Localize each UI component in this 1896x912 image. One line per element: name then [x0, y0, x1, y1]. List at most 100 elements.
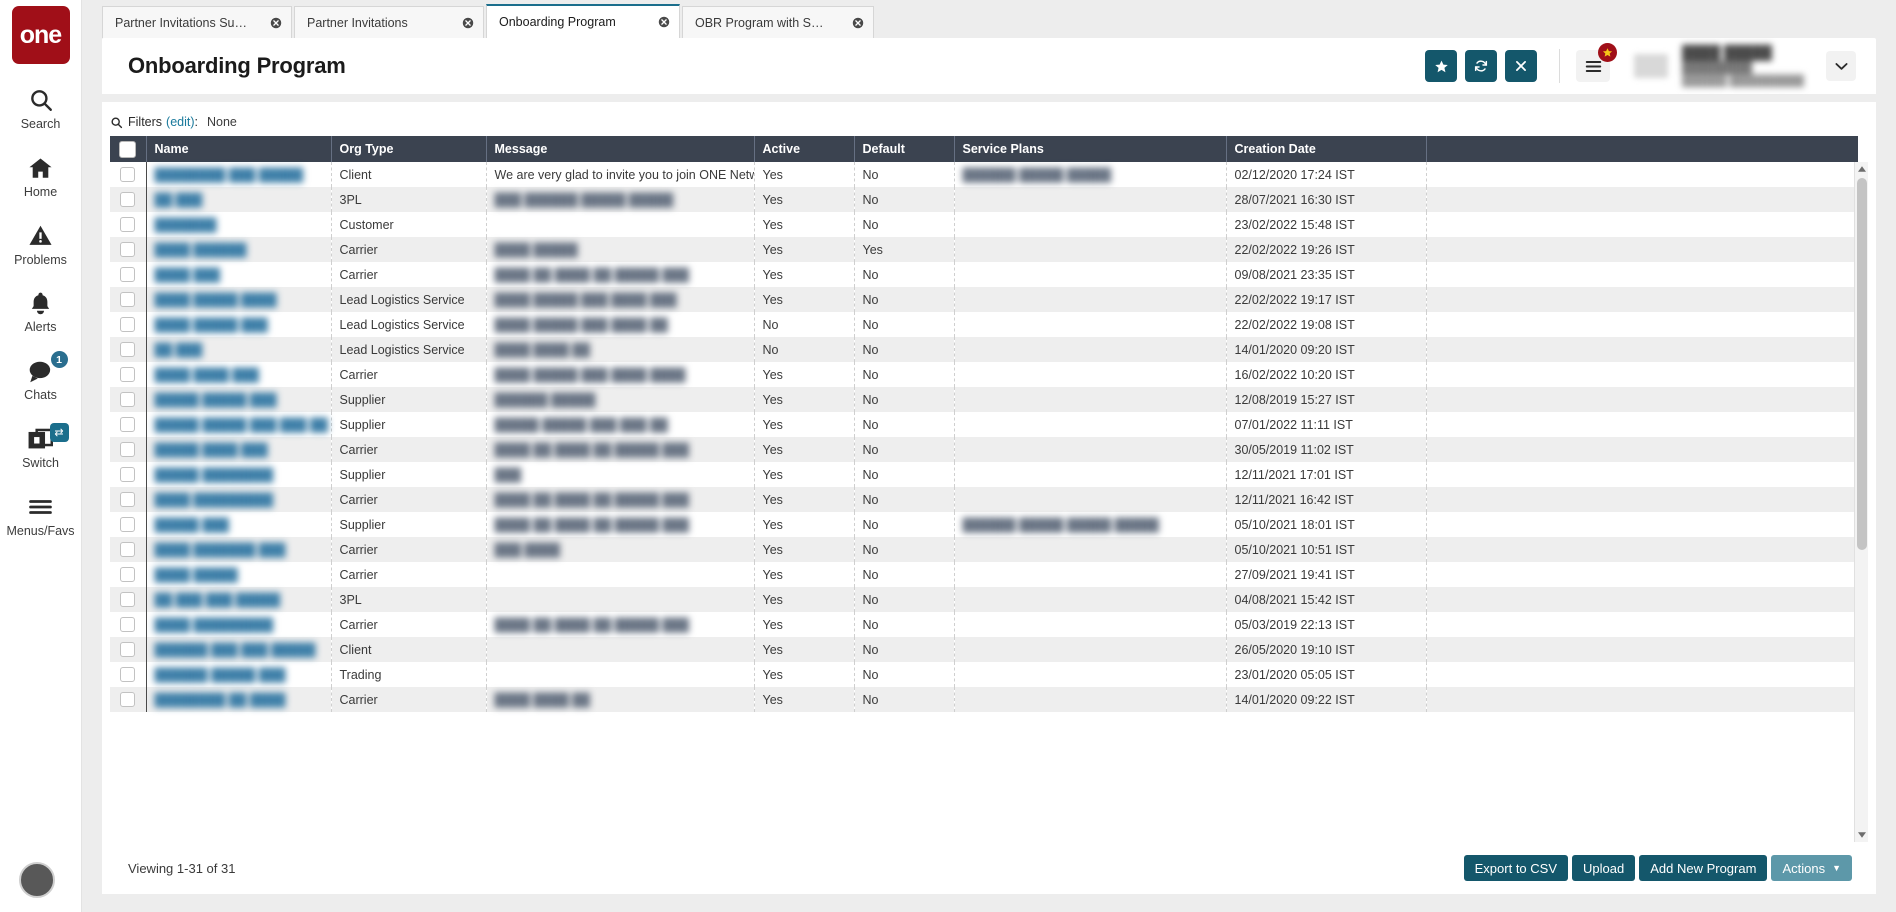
row-checkbox[interactable] [120, 392, 136, 408]
row-checkbox[interactable] [120, 317, 136, 333]
tab-onboarding-program[interactable]: Onboarding Program [486, 4, 680, 38]
row-checkbox[interactable] [120, 167, 136, 183]
sidebar-item-menus-favs[interactable]: Menus/Favs [0, 493, 82, 539]
row-select-cell[interactable] [110, 162, 147, 187]
row-checkbox[interactable] [120, 442, 136, 458]
table-row[interactable]: █████ █████ ███ ███ ██ Supplier █████ ████… [110, 412, 1858, 437]
close-icon[interactable] [658, 16, 670, 28]
row-select-cell[interactable] [110, 312, 147, 337]
table-row[interactable]: ████ ███ Carrier ████ ██ ████ ██ █████ ███… [110, 262, 1858, 287]
table-row[interactable]: ██████ ███ ███ █████ Client Yes No 26/05/202… [110, 637, 1858, 662]
table-row[interactable]: ████ █████ ████ Lead Logistics Service ███… [110, 287, 1858, 312]
table-row[interactable]: █████ ███ Supplier ████ ██ ████ ██ █████ █… [110, 512, 1858, 537]
table-row[interactable]: ██ ███ 3PL ███ ██████ █████ █████ Yes No 28/0… [110, 187, 1858, 212]
close-icon[interactable] [852, 17, 864, 29]
row-select-cell[interactable] [110, 487, 147, 512]
favorite-button[interactable] [1425, 50, 1458, 82]
column-header-active[interactable]: Active [754, 136, 855, 162]
table-row[interactable]: ███████ Customer Yes No 23/02/2022 15:48 IST [110, 212, 1858, 237]
column-header-message[interactable]: Message [486, 136, 755, 162]
close-icon[interactable] [270, 17, 282, 29]
table-row[interactable]: ██ ███ Lead Logistics Service ████ ████ ██… [110, 337, 1858, 362]
row-checkbox[interactable] [120, 417, 136, 433]
row-select-cell[interactable] [110, 462, 147, 487]
column-header-creation-date[interactable]: Creation Date [1226, 136, 1427, 162]
sidebar-item-switch[interactable]: ⇄ Switch [0, 422, 82, 471]
chevron-down-icon[interactable] [1826, 51, 1856, 81]
select-all-checkbox[interactable] [119, 140, 137, 158]
table-row[interactable]: ████████ ███ █████ Client We are very glad… [110, 162, 1858, 187]
scroll-up-icon[interactable] [1855, 162, 1869, 176]
row-select-cell[interactable] [110, 512, 147, 537]
tab-obr-program-with-service-plans[interactable]: OBR Program with Service Plans [682, 6, 874, 38]
actions-dropdown-button[interactable]: Actions ▼ [1771, 855, 1852, 881]
table-row[interactable]: ████ ██████ Carrier ████ █████ Yes Yes 22/02/… [110, 237, 1858, 262]
table-row[interactable]: ████ █████████ Carrier ████ ██ ████ ██ ███… [110, 612, 1858, 637]
header-menu-button[interactable] [1576, 43, 1618, 82]
sidebar-item-problems[interactable]: Problems [0, 222, 82, 268]
row-checkbox[interactable] [120, 667, 136, 683]
table-row[interactable]: █████ █████ ███ Supplier ██████ █████ Yes No… [110, 387, 1858, 412]
user-profile[interactable]: ████ █████ █████████ ██████ ██████████ [1634, 45, 1804, 87]
one-network-logo[interactable]: one [11, 6, 70, 64]
sidebar-item-chats[interactable]: 1 Chats [0, 351, 82, 403]
add-new-program-button[interactable]: Add New Program [1639, 855, 1768, 881]
user-avatar-bottom[interactable] [19, 862, 55, 898]
tab-partner-invitations-summary[interactable]: Partner Invitations Summary Wi... [102, 6, 292, 38]
upload-button[interactable]: Upload [1572, 855, 1636, 881]
scrollbar-thumb[interactable] [1857, 178, 1867, 550]
row-checkbox[interactable] [120, 567, 136, 583]
row-select-cell[interactable] [110, 237, 147, 262]
switch-chip-icon[interactable]: ⇄ [49, 422, 69, 442]
table-row[interactable]: ████ █████████ Carrier ████ ██ ████ ██ ███… [110, 487, 1858, 512]
row-select-cell[interactable] [110, 562, 147, 587]
table-row[interactable]: ████ ███████ ███ Carrier ███ ████ Yes No 05/1… [110, 537, 1858, 562]
column-header-service-plans[interactable]: Service Plans [954, 136, 1227, 162]
row-checkbox[interactable] [120, 592, 136, 608]
row-select-cell[interactable] [110, 687, 147, 712]
tab-partner-invitations[interactable]: Partner Invitations [294, 6, 484, 38]
table-scrollbar[interactable] [1854, 162, 1868, 842]
sidebar-item-search[interactable]: Search [0, 86, 82, 132]
row-checkbox[interactable] [120, 242, 136, 258]
row-select-cell[interactable] [110, 362, 147, 387]
table-row[interactable]: ████ ████ ███ Carrier ████ █████ ███ ████ … [110, 362, 1858, 387]
row-checkbox[interactable] [120, 517, 136, 533]
row-checkbox[interactable] [120, 642, 136, 658]
row-checkbox[interactable] [120, 292, 136, 308]
table-row[interactable]: ████████ ██ ████ Carrier ████ ████ ██ Yes No… [110, 687, 1858, 712]
row-checkbox[interactable] [120, 617, 136, 633]
row-checkbox[interactable] [120, 267, 136, 283]
column-header-org-type[interactable]: Org Type [331, 136, 487, 162]
filters-edit-link[interactable]: (edit) [166, 115, 194, 129]
row-select-cell[interactable] [110, 587, 147, 612]
row-select-cell[interactable] [110, 637, 147, 662]
row-checkbox[interactable] [120, 467, 136, 483]
sidebar-item-alerts[interactable]: Alerts [0, 289, 82, 335]
row-select-cell[interactable] [110, 387, 147, 412]
column-header-default[interactable]: Default [854, 136, 955, 162]
table-row[interactable]: ████ █████ ███ Lead Logistics Service ████… [110, 312, 1858, 337]
scroll-down-icon[interactable] [1855, 828, 1869, 842]
row-select-cell[interactable] [110, 337, 147, 362]
row-checkbox[interactable] [120, 217, 136, 233]
row-checkbox[interactable] [120, 192, 136, 208]
row-checkbox[interactable] [120, 342, 136, 358]
row-select-cell[interactable] [110, 412, 147, 437]
table-row[interactable]: ████ █████ Carrier Yes No 27/09/2021 19:41 I… [110, 562, 1858, 587]
table-row[interactable]: █████ ████ ███ Carrier ████ ██ ████ ██ ███… [110, 437, 1858, 462]
row-select-cell[interactable] [110, 262, 147, 287]
export-to-csv-button[interactable]: Export to CSV [1463, 855, 1569, 881]
row-select-cell[interactable] [110, 212, 147, 237]
table-row[interactable]: ██████ █████ ███ Trading Yes No 23/01/2020 0… [110, 662, 1858, 687]
row-select-cell[interactable] [110, 287, 147, 312]
row-checkbox[interactable] [120, 367, 136, 383]
select-all-header[interactable] [110, 136, 147, 162]
table-row[interactable]: ██ ███ ███ █████ 3PL Yes No 04/08/2021 15:42… [110, 587, 1858, 612]
close-icon[interactable] [462, 17, 474, 29]
sidebar-item-home[interactable]: Home [0, 154, 82, 200]
row-select-cell[interactable] [110, 187, 147, 212]
table-row[interactable]: █████ ████████ Supplier ███ Yes No 12/11/2021… [110, 462, 1858, 487]
row-select-cell[interactable] [110, 437, 147, 462]
row-checkbox[interactable] [120, 542, 136, 558]
